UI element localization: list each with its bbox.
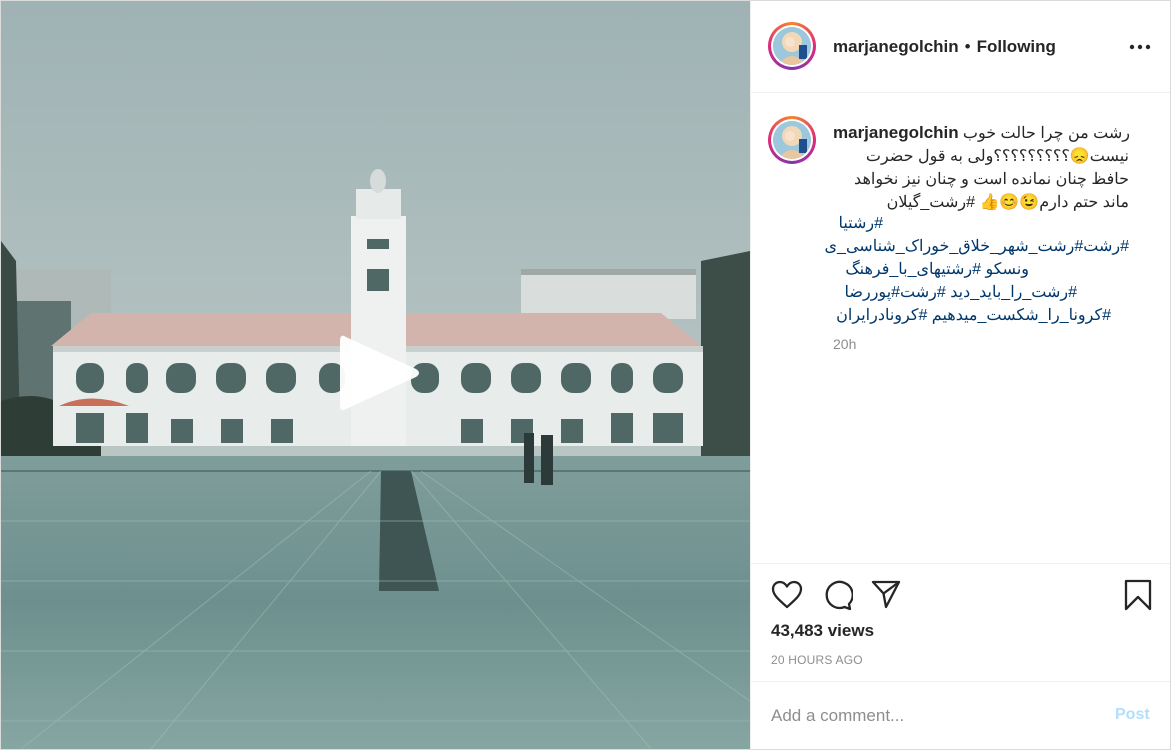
comment-input[interactable] — [771, 704, 1091, 728]
separator-dot: • — [964, 37, 971, 56]
caption-username[interactable]: marjanegolchin — [833, 123, 959, 143]
username-link[interactable]: marjanegolchin — [833, 37, 959, 57]
avatar[interactable] — [768, 22, 816, 70]
post-sidebar: marjanegolchin • Following marjanegolchi… — [750, 1, 1170, 749]
post-timestamp[interactable]: 20 HOURS AGO — [771, 653, 863, 667]
hashtag-link[interactable]: ونسکو #رشتیهای_با_فرهنگ — [845, 259, 1029, 281]
hashtag-link[interactable]: #کرونا_را_شکست_میدهیم #کرونادرایران — [836, 305, 1111, 327]
play-icon[interactable] — [340, 333, 420, 413]
caption-line: نیست😞؟؟؟؟؟؟؟؟؟ولی به قول حضرت — [865, 148, 1129, 165]
following-button[interactable]: Following — [977, 37, 1056, 57]
action-bar: 43,483 views 20 HOURS AGO — [751, 563, 1170, 682]
caption-line: ماند حتم دارم😉😊👍 #رشت_گیلان — [886, 194, 1129, 211]
view-count[interactable]: 43,483 views — [771, 621, 874, 641]
post-header: marjanegolchin • Following — [751, 1, 1170, 93]
hashtag-link[interactable]: #رشت_را_باید_دید #رشت#پوررضا — [845, 282, 1077, 304]
video-player[interactable] — [1, 1, 750, 749]
post-comment-button[interactable]: Post — [1115, 706, 1150, 724]
comment-icon[interactable] — [821, 579, 854, 616]
caption-time[interactable]: 20h — [833, 336, 856, 352]
caption-line: رشت من چرا حالت خوب — [962, 125, 1130, 142]
hashtag-link[interactable]: #رشت#رشت_شهر_خلاق_خوراک_شناسی_ی — [825, 236, 1129, 258]
caption-section: marjanegolchin رشت من چرا حالت خوب نیست😞… — [751, 93, 1170, 563]
bookmark-icon[interactable] — [1124, 579, 1152, 616]
post-dialog: marjanegolchin • Following marjanegolchi… — [0, 0, 1171, 750]
heart-icon[interactable] — [771, 580, 803, 615]
hashtag-link[interactable]: #رشتیا — [838, 213, 883, 235]
caption-line: حافظ چنان نمانده است و چنان نیز نخواهد — [854, 171, 1129, 188]
more-options-icon[interactable] — [1128, 37, 1152, 57]
comment-form: Post — [751, 681, 1170, 749]
caption-avatar[interactable] — [768, 116, 816, 164]
paper-plane-icon[interactable] — [871, 579, 901, 614]
